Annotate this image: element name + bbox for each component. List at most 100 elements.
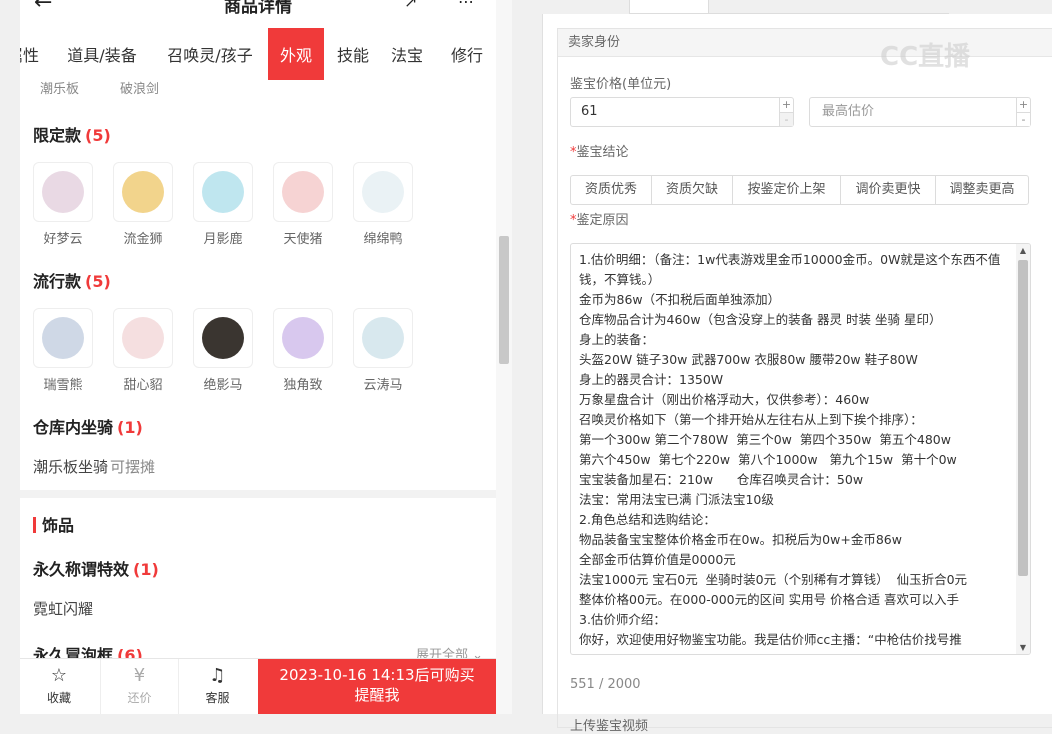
- mount-art: [122, 171, 164, 213]
- conclusion-option[interactable]: 调整卖更高: [936, 176, 1028, 204]
- conclusion-option[interactable]: 调价卖更快: [841, 176, 936, 204]
- form-tab-active[interactable]: [629, 0, 709, 14]
- heading-accent-bar: [33, 517, 36, 533]
- chevron-down-icon: ⌄: [467, 648, 483, 658]
- scroll-up-icon[interactable]: ▲: [1016, 246, 1030, 255]
- mount-item[interactable]: 瑞雪熊: [33, 308, 95, 393]
- mount-item[interactable]: 独角致: [273, 308, 335, 393]
- favorite-button[interactable]: ☆ 收藏: [20, 659, 98, 714]
- mount-name: 好梦云: [43, 232, 83, 247]
- mount-name: 流金狮: [123, 232, 163, 247]
- category-tabs: 属性 道具/装备 召唤灵/孩子 外观 技能 法宝 修行: [20, 28, 496, 80]
- mount-name: 绝影马: [203, 378, 243, 393]
- conclusion-option[interactable]: 资质优秀: [571, 176, 652, 204]
- section-warehouse-mounts: 仓库内坐骑 (1): [33, 418, 143, 437]
- mount-art: [202, 171, 244, 213]
- mount-thumbnail: [193, 162, 253, 222]
- ornament-heading: 饰品: [33, 512, 74, 536]
- section-divider: [20, 490, 496, 498]
- mount-art: [122, 317, 164, 359]
- section-title-effect: 永久称谓特效 (1): [33, 560, 159, 579]
- max-price-placeholder: 最高估价: [822, 104, 875, 119]
- star-icon: ☆: [50, 665, 68, 686]
- warehouse-mount-entry: 潮乐板坐骑 可摆摊: [33, 458, 156, 476]
- watermark-logo: CC直播: [880, 42, 971, 72]
- reason-textarea[interactable]: 1.估价明细：（备注：1w代表游戏里金币10000金币。0W就是这个东西不值钱，…: [570, 243, 1031, 655]
- item-label: 潮乐板: [40, 82, 80, 97]
- mount-thumbnail: [273, 308, 333, 368]
- conclusion-options: 资质优秀 资质欠缺 按鉴定价上架 调价卖更快 调整卖更高: [570, 175, 1029, 205]
- mount-item[interactable]: 绝影马: [193, 308, 255, 393]
- mount-item[interactable]: 绵绵鸭: [353, 162, 415, 247]
- character-counter: 551 / 2000: [570, 677, 641, 692]
- share-icon[interactable]: ↗: [404, 0, 417, 11]
- customer-service-button[interactable]: ♫ 客服: [178, 659, 256, 714]
- buy-remind-button[interactable]: 2023-10-16 14:13后可购买 提醒我: [258, 659, 496, 714]
- left-scrollbar[interactable]: [496, 0, 512, 714]
- scrollbar-thumb[interactable]: [1018, 260, 1028, 576]
- price-input[interactable]: 61 + -: [570, 97, 794, 127]
- expand-all-link[interactable]: 展开全部 ⌄: [416, 644, 483, 658]
- mount-thumbnail: [113, 162, 173, 222]
- tab-attributes[interactable]: 属性: [20, 28, 44, 80]
- price-stepper: + -: [779, 98, 793, 126]
- mount-item[interactable]: 天使猪: [273, 162, 335, 247]
- bargain-button[interactable]: ¥ 还价: [100, 659, 178, 714]
- section-bubble-frame: 永久冒泡框 (6): [33, 646, 143, 658]
- mount-name: 甜心貂: [123, 378, 163, 393]
- tab-skills[interactable]: 技能: [330, 28, 376, 80]
- mount-thumbnail: [33, 162, 93, 222]
- price-label: 鉴宝价格(单位元): [570, 77, 672, 92]
- upload-video-label: 上传鉴宝视频: [570, 719, 649, 734]
- decrement-button[interactable]: -: [780, 112, 793, 126]
- mount-item[interactable]: 云涛马: [353, 308, 415, 393]
- more-icon[interactable]: ⋯: [458, 0, 474, 11]
- mount-item[interactable]: 好梦云: [33, 162, 95, 247]
- item-label: 破浪剑: [120, 82, 160, 97]
- mount-item[interactable]: 流金狮: [113, 162, 175, 247]
- mount-item[interactable]: 月影鹿: [193, 162, 255, 247]
- tab-items-equipment[interactable]: 道具/装备: [60, 28, 144, 80]
- mount-art: [202, 317, 244, 359]
- mount-item[interactable]: 甜心貂: [113, 308, 175, 393]
- conclusion-option[interactable]: 按鉴定价上架: [733, 176, 841, 204]
- appraisal-form-panel: 卖家身份 鉴宝价格(单位元) 61 + - 最高估价 + - *鉴宝结论 资质优…: [542, 0, 1052, 734]
- mount-thumbnail: [193, 308, 253, 368]
- yuan-coin-icon: ¥: [133, 665, 146, 686]
- decrement-button[interactable]: -: [1017, 112, 1030, 126]
- mount-name: 绵绵鸭: [363, 232, 403, 247]
- headset-icon: ♫: [209, 665, 226, 686]
- mount-name: 月影鹿: [203, 232, 243, 247]
- conclusion-option[interactable]: 资质欠缺: [652, 176, 733, 204]
- max-price-input[interactable]: 最高估价 + -: [809, 97, 1031, 127]
- increment-button[interactable]: +: [780, 98, 793, 112]
- mount-art: [42, 171, 84, 213]
- increment-button[interactable]: +: [1017, 98, 1030, 112]
- form-tabs: [543, 0, 1052, 14]
- scrollbar-thumb[interactable]: [499, 236, 509, 364]
- mount-art: [362, 317, 404, 359]
- mount-thumbnail: [353, 308, 413, 368]
- mount-thumbnail: [33, 308, 93, 368]
- section-popular: 流行款 (5): [33, 272, 111, 291]
- tab-magic-treasure[interactable]: 法宝: [384, 28, 430, 80]
- form-tab-strip: [709, 0, 949, 14]
- tab-appearance[interactable]: 外观: [268, 28, 324, 80]
- mouse-cursor-icon: [222, 291, 232, 307]
- mount-name: 云涛马: [363, 378, 403, 393]
- bottom-action-bar: ☆ 收藏 ¥ 还价 ♫ 客服 2023-10-16 14:13后可购买 提醒我: [20, 658, 496, 714]
- scroll-down-icon[interactable]: ▼: [1016, 643, 1030, 652]
- price-value: 61: [581, 104, 598, 119]
- mount-name: 瑞雪熊: [43, 378, 83, 393]
- mount-art: [282, 171, 324, 213]
- mount-thumbnail: [273, 162, 333, 222]
- tab-summons[interactable]: 召唤灵/孩子: [158, 28, 262, 80]
- textarea-scrollbar[interactable]: ▲ ▼: [1016, 244, 1030, 654]
- mount-art: [362, 171, 404, 213]
- section-limited: 限定款 (5): [33, 126, 111, 145]
- product-detail-panel: ← 商品详情 ↗ ⋯ 属性 道具/装备 召唤灵/孩子 外观 技能 法宝 修行 潮…: [20, 0, 496, 714]
- tab-cultivation[interactable]: 修行: [444, 28, 490, 80]
- seller-identity-section: 卖家身份 鉴宝价格(单位元) 61 + - 最高估价 + - *鉴宝结论 资质优…: [557, 28, 1052, 734]
- mount-thumbnail: [353, 162, 413, 222]
- mount-art: [42, 317, 84, 359]
